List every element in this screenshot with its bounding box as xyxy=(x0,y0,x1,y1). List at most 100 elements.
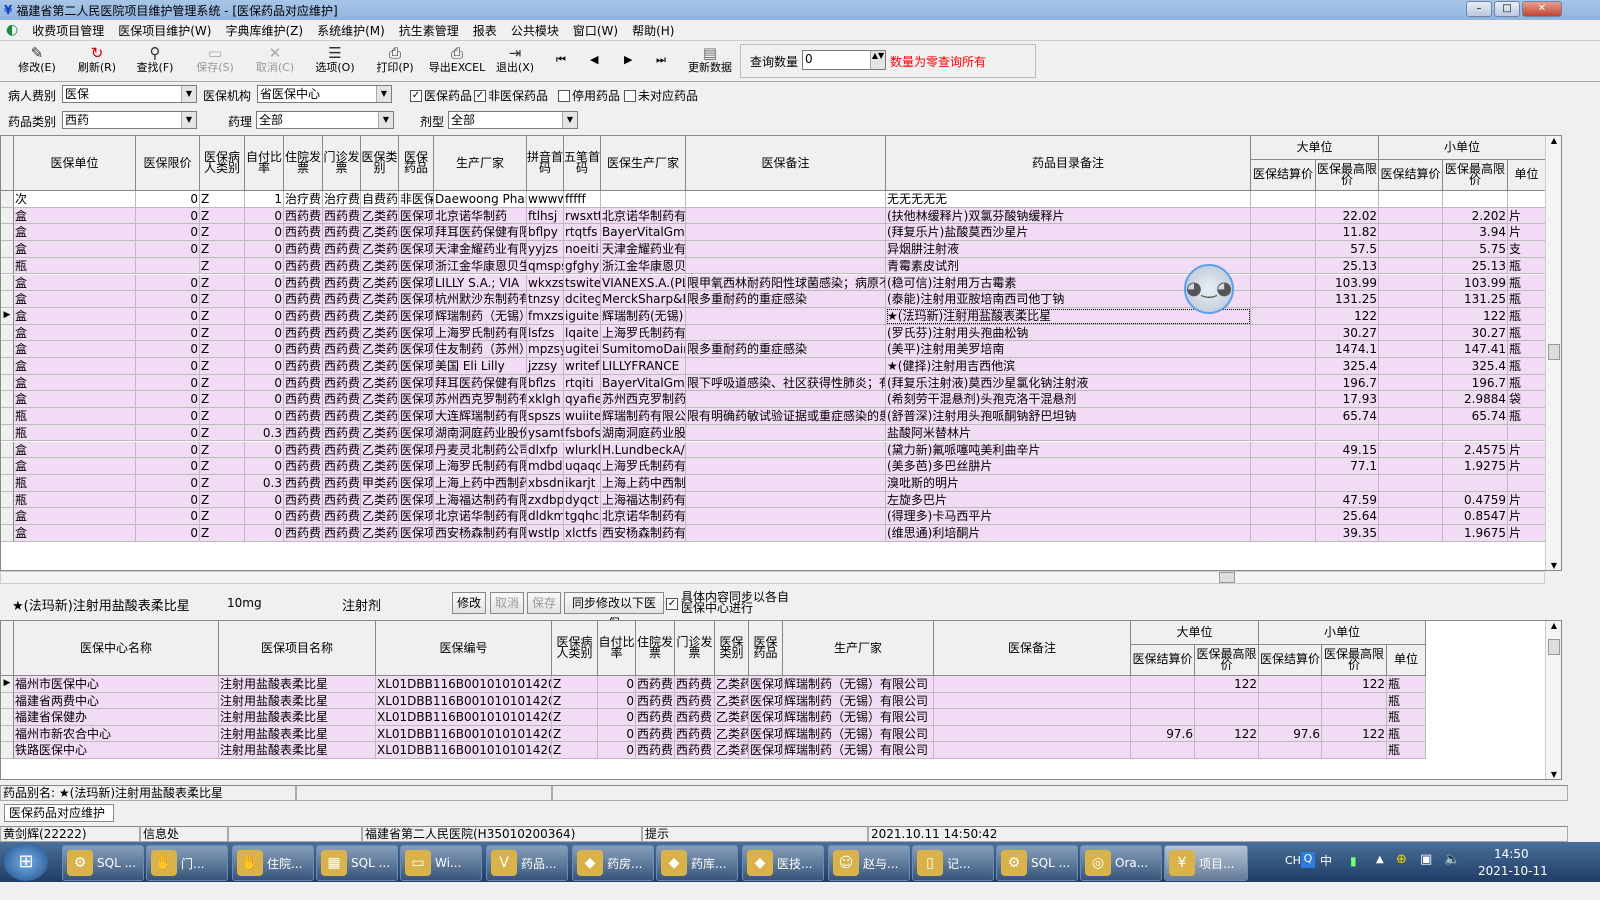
grid-cell[interactable] xyxy=(1251,424,1316,442)
column-header[interactable]: 医保编号 xyxy=(376,621,552,676)
taskbar-app[interactable]: ▭ Wi... xyxy=(400,845,482,881)
grid-cell[interactable]: Z xyxy=(200,525,245,542)
column-header[interactable]: 医保限价 xyxy=(136,136,200,191)
grid-cell[interactable]: 30.27 xyxy=(1443,324,1508,342)
grid-cell[interactable]: 5.75 xyxy=(1443,241,1508,258)
grid-cell[interactable]: 西药费 xyxy=(284,374,323,392)
grid-cell[interactable]: 瓶 xyxy=(1508,257,1546,275)
grid-cell[interactable]: 辉瑞制药（无锡）有限公司 xyxy=(783,676,934,693)
filter-checkbox[interactable]: ✓ 医保药品 xyxy=(410,87,472,104)
menu-item[interactable]: 公共模块 xyxy=(511,22,559,39)
grid-cell[interactable]: 上海罗氏制药有限 xyxy=(434,324,527,342)
grid-cell[interactable]: 瓶 xyxy=(1508,358,1546,375)
row-indicator[interactable] xyxy=(1,474,14,492)
grid-cell[interactable]: iguite xyxy=(564,307,601,325)
grid-cell[interactable] xyxy=(1508,191,1546,208)
grid-cell[interactable]: 西药费 xyxy=(323,207,361,225)
grid-cell[interactable]: 0 xyxy=(136,441,200,459)
column-header[interactable]: 医保备注 xyxy=(686,136,886,191)
grid-cell[interactable]: 盒 xyxy=(14,525,136,542)
vertical-scrollbar[interactable]: ▲ ▼ xyxy=(1545,136,1561,570)
grid-cell[interactable] xyxy=(1379,391,1443,409)
menu-item[interactable]: 医保项目维护(W) xyxy=(118,22,211,39)
grid-cell[interactable]: 瓶 xyxy=(1508,408,1546,425)
grid-cell[interactable]: 瓶 xyxy=(14,408,136,425)
grid-cell[interactable]: 乙类药 xyxy=(715,692,749,710)
column-header[interactable]: 生产厂家 xyxy=(783,621,934,676)
detail-cancel-button[interactable]: 取消 xyxy=(490,592,524,614)
grid-cell[interactable]: Z xyxy=(200,424,245,442)
grid-cell[interactable]: 0 xyxy=(598,742,636,759)
grid-cell[interactable]: 瓶 xyxy=(1387,725,1426,743)
grid-cell[interactable]: dyqct xyxy=(564,491,601,509)
grid-cell[interactable]: 325.4 xyxy=(1443,358,1508,375)
grid-cell[interactable] xyxy=(1379,241,1443,258)
grid-cell[interactable]: 辉瑞制药（无锡）有限公司 xyxy=(783,709,934,726)
grid-cell[interactable]: 西药费 xyxy=(323,458,361,475)
grid-cell[interactable]: 22.02 xyxy=(1316,207,1379,225)
grid-cell[interactable]: lsfzs xyxy=(527,324,564,342)
grid-cell[interactable]: (扶他林缓释片)双氯芬酸钠缓释片 xyxy=(886,207,1251,225)
grid-cell[interactable]: 盒 xyxy=(14,458,136,475)
grid-cell[interactable]: 美国 Eli Lilly xyxy=(434,358,527,375)
grid-cell[interactable]: xklgh xyxy=(527,391,564,409)
grid-cell[interactable] xyxy=(1259,676,1322,693)
grid-cell[interactable]: 辉瑞制药(无锡) xyxy=(601,307,686,325)
grid-cell[interactable]: wstlp xyxy=(527,525,564,542)
pharm-select[interactable]: 全部 ▼ xyxy=(256,111,394,129)
grid-cell[interactable]: 0 xyxy=(136,241,200,258)
grid-cell[interactable]: 片 xyxy=(1508,207,1546,225)
grid-cell[interactable]: wlurkl xyxy=(564,441,601,459)
grid-cell[interactable]: 0.4759 xyxy=(1443,491,1508,509)
grid-cell[interactable]: Z xyxy=(200,458,245,475)
taskbar-app[interactable]: ◆ 医技... xyxy=(742,845,824,881)
grid-cell[interactable]: 0 xyxy=(136,474,200,492)
grid-cell[interactable]: 辉瑞制药（无锡）有限公司 xyxy=(783,742,934,759)
grid-cell[interactable]: 0 xyxy=(136,358,200,375)
grid-cell[interactable]: 瓶 xyxy=(1508,274,1546,292)
grid-cell[interactable]: 注射用盐酸表柔比星 xyxy=(219,725,376,743)
grid-cell[interactable]: 65.74 xyxy=(1316,408,1379,425)
tray-time[interactable]: 14:50 xyxy=(1494,847,1529,861)
grid-cell[interactable]: 0.3 xyxy=(245,474,284,492)
row-indicator[interactable] xyxy=(1,241,14,258)
grid-cell[interactable] xyxy=(1251,525,1316,542)
grid-cell[interactable]: 瓶 xyxy=(14,424,136,442)
grid-cell[interactable]: 瓶 xyxy=(1508,374,1546,392)
grid-cell[interactable]: Z xyxy=(552,709,598,726)
next-record-icon[interactable]: ▶ xyxy=(624,53,632,66)
grid-cell[interactable] xyxy=(934,709,1131,726)
grid-cell[interactable]: 西药费 xyxy=(323,291,361,308)
grid-cell[interactable] xyxy=(1251,341,1316,358)
grid-cell[interactable] xyxy=(1379,508,1443,525)
grid-cell[interactable]: 0 xyxy=(245,374,284,392)
grid-cell[interactable]: 325.4 xyxy=(1316,358,1379,375)
grid-cell[interactable]: 0 xyxy=(136,207,200,225)
grid-cell[interactable]: 限下呼吸道感染、社区获得性肺炎；有 xyxy=(686,374,886,392)
grid-cell[interactable]: 辉瑞制药（无锡）有限公司 xyxy=(783,725,934,743)
grid-cell[interactable]: (希刻劳干混悬剂)头孢克洛干混悬剂 xyxy=(886,391,1251,409)
grid-cell[interactable]: 片 xyxy=(1508,525,1546,542)
grid-cell[interactable] xyxy=(1251,224,1316,242)
row-indicator[interactable] xyxy=(1,341,14,358)
grid-cell[interactable]: 天津金耀药业有限 xyxy=(434,241,527,258)
grid-cell[interactable]: 溴吡斯的明片 xyxy=(886,474,1251,492)
grid-cell[interactable]: Z xyxy=(200,207,245,225)
grid-cell[interactable]: 辉瑞制药（无锡）有限公司 xyxy=(783,692,934,710)
column-header[interactable]: 医保最高限价 xyxy=(1443,159,1508,191)
grid-cell[interactable]: 西药费 xyxy=(323,408,361,425)
grid-cell[interactable]: 辉瑞制药（无锡） xyxy=(434,307,527,325)
grid-cell[interactable]: 乙类药 xyxy=(361,408,399,425)
grid-cell[interactable]: 浙江金华康恩贝生 xyxy=(434,257,527,275)
grid-cell[interactable]: 122 xyxy=(1443,307,1508,325)
grid-cell[interactable]: 福州市新农合中心 xyxy=(14,725,219,743)
filter-checkbox[interactable]: 停用药品 xyxy=(558,87,620,104)
checkbox-icon[interactable]: ✓ xyxy=(474,89,486,102)
grid-cell[interactable]: 0.8547 xyxy=(1443,508,1508,525)
column-header[interactable]: 医保单位 xyxy=(14,136,136,191)
grid-cell[interactable]: (拜复乐注射液)莫西沙星氯化钠注射液 xyxy=(886,374,1251,392)
tray-date[interactable]: 2021-10-11 xyxy=(1478,864,1548,878)
grid-cell[interactable]: mdbdb xyxy=(527,458,564,475)
grid-cell[interactable]: 西药费 xyxy=(284,224,323,242)
grid-cell[interactable]: Z xyxy=(200,391,245,409)
